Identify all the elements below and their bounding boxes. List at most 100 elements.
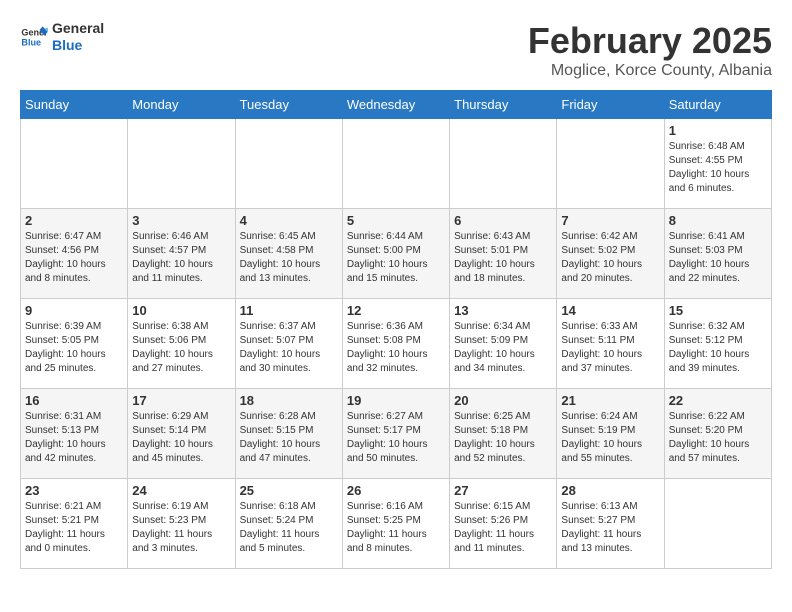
calendar-cell: 18 Sunrise: 6:28 AM Sunset: 5:15 PM Dayli…	[235, 389, 342, 479]
header: General Blue General Blue February 2025 …	[20, 20, 772, 80]
calendar-cell: 26Sunrise: 6:16 AM Sunset: 5:25 PM Dayli…	[342, 479, 449, 569]
calendar-cell	[21, 119, 128, 209]
day-number: 13	[454, 303, 552, 318]
day-info: Sunrise: 6:27 AM Sunset: 5:17 PM Dayligh…	[347, 410, 445, 466]
day-info: Sunrise: 6:41 AM Sunset: 5:03 PM Dayligh…	[669, 230, 767, 286]
day-number: 16	[25, 393, 123, 408]
day-number: 7	[561, 213, 659, 228]
calendar-cell: 24 Sunrise: 6:19 AM Sunset: 5:23 PM Dayli…	[128, 479, 235, 569]
calendar-cell: 20 Sunrise: 6:25 AM Sunset: 5:18 PM Dayli…	[450, 389, 557, 479]
calendar-cell: 17 Sunrise: 6:29 AM Sunset: 5:14 PM Dayli…	[128, 389, 235, 479]
calendar-table: SundayMondayTuesdayWednesdayThursdayFrid…	[20, 90, 772, 569]
day-number: 9	[25, 303, 123, 318]
weekday-header-row: SundayMondayTuesdayWednesdayThursdayFrid…	[21, 91, 772, 119]
calendar-cell: 28 Sunrise: 6:13 AM Sunset: 5:27 PM Dayli…	[557, 479, 664, 569]
title-area: February 2025 Moglice, Korce County, Alb…	[528, 20, 772, 80]
calendar-cell	[557, 119, 664, 209]
day-number: 8	[669, 213, 767, 228]
calendar-cell	[664, 479, 771, 569]
day-info: Sunrise: 6:21 AM Sunset: 5:21 PM Dayligh…	[25, 500, 123, 556]
day-number: 17	[132, 393, 230, 408]
calendar-cell: 9Sunrise: 6:39 AM Sunset: 5:05 PM Daylig…	[21, 299, 128, 389]
day-info: Sunrise: 6:37 AM Sunset: 5:07 PM Dayligh…	[240, 320, 338, 376]
calendar-cell	[128, 119, 235, 209]
day-info: Sunrise: 6:24 AM Sunset: 5:19 PM Dayligh…	[561, 410, 659, 466]
day-number: 3	[132, 213, 230, 228]
day-number: 24	[132, 483, 230, 498]
day-number: 28	[561, 483, 659, 498]
weekday-header-monday: Monday	[128, 91, 235, 119]
day-info: Sunrise: 6:18 AM Sunset: 5:24 PM Dayligh…	[240, 500, 338, 556]
calendar-cell: 4 Sunrise: 6:45 AM Sunset: 4:58 PM Daylig…	[235, 209, 342, 299]
calendar-cell: 7 Sunrise: 6:42 AM Sunset: 5:02 PM Daylig…	[557, 209, 664, 299]
day-number: 10	[132, 303, 230, 318]
day-info: Sunrise: 6:13 AM Sunset: 5:27 PM Dayligh…	[561, 500, 659, 556]
logo-blue: Blue	[52, 37, 104, 54]
calendar-cell: 16 Sunrise: 6:31 AM Sunset: 5:13 PM Dayli…	[21, 389, 128, 479]
day-info: Sunrise: 6:38 AM Sunset: 5:06 PM Dayligh…	[132, 320, 230, 376]
day-info: Sunrise: 6:22 AM Sunset: 5:20 PM Dayligh…	[669, 410, 767, 466]
calendar-cell: 8 Sunrise: 6:41 AM Sunset: 5:03 PM Daylig…	[664, 209, 771, 299]
weekday-header-sunday: Sunday	[21, 91, 128, 119]
day-number: 6	[454, 213, 552, 228]
calendar-cell	[450, 119, 557, 209]
day-info: Sunrise: 6:48 AM Sunset: 4:55 PM Dayligh…	[669, 140, 767, 196]
calendar-cell: 14 Sunrise: 6:33 AM Sunset: 5:11 PM Dayli…	[557, 299, 664, 389]
logo-general: General	[52, 20, 104, 37]
day-number: 5	[347, 213, 445, 228]
day-number: 27	[454, 483, 552, 498]
day-info: Sunrise: 6:31 AM Sunset: 5:13 PM Dayligh…	[25, 410, 123, 466]
calendar-cell: 19 Sunrise: 6:27 AM Sunset: 5:17 PM Dayli…	[342, 389, 449, 479]
weekday-header-friday: Friday	[557, 91, 664, 119]
day-info: Sunrise: 6:34 AM Sunset: 5:09 PM Dayligh…	[454, 320, 552, 376]
location-title: Moglice, Korce County, Albania	[528, 62, 772, 80]
calendar-cell: 27 Sunrise: 6:15 AM Sunset: 5:26 PM Dayli…	[450, 479, 557, 569]
calendar-cell: 25 Sunrise: 6:18 AM Sunset: 5:24 PM Dayli…	[235, 479, 342, 569]
calendar-cell: 21Sunrise: 6:24 AM Sunset: 5:19 PM Dayli…	[557, 389, 664, 479]
day-info: Sunrise: 6:45 AM Sunset: 4:58 PM Dayligh…	[240, 230, 338, 286]
calendar-cell: 3 Sunrise: 6:46 AM Sunset: 4:57 PM Daylig…	[128, 209, 235, 299]
calendar-cell: 23Sunrise: 6:21 AM Sunset: 5:21 PM Dayli…	[21, 479, 128, 569]
calendar-cell	[235, 119, 342, 209]
day-info: Sunrise: 6:47 AM Sunset: 4:56 PM Dayligh…	[25, 230, 123, 286]
day-number: 19	[347, 393, 445, 408]
day-info: Sunrise: 6:33 AM Sunset: 5:11 PM Dayligh…	[561, 320, 659, 376]
day-number: 15	[669, 303, 767, 318]
weekday-header-saturday: Saturday	[664, 91, 771, 119]
day-info: Sunrise: 6:43 AM Sunset: 5:01 PM Dayligh…	[454, 230, 552, 286]
calendar-cell: 5Sunrise: 6:44 AM Sunset: 5:00 PM Daylig…	[342, 209, 449, 299]
calendar-cell: 6 Sunrise: 6:43 AM Sunset: 5:01 PM Daylig…	[450, 209, 557, 299]
calendar-cell: 10 Sunrise: 6:38 AM Sunset: 5:06 PM Dayli…	[128, 299, 235, 389]
day-number: 25	[240, 483, 338, 498]
calendar-cell: 1 Sunrise: 6:48 AM Sunset: 4:55 PM Daylig…	[664, 119, 771, 209]
day-info: Sunrise: 6:28 AM Sunset: 5:15 PM Dayligh…	[240, 410, 338, 466]
day-info: Sunrise: 6:32 AM Sunset: 5:12 PM Dayligh…	[669, 320, 767, 376]
day-number: 1	[669, 123, 767, 138]
weekday-header-thursday: Thursday	[450, 91, 557, 119]
calendar-week-3: 16 Sunrise: 6:31 AM Sunset: 5:13 PM Dayli…	[21, 389, 772, 479]
day-number: 26	[347, 483, 445, 498]
day-info: Sunrise: 6:42 AM Sunset: 5:02 PM Dayligh…	[561, 230, 659, 286]
day-info: Sunrise: 6:36 AM Sunset: 5:08 PM Dayligh…	[347, 320, 445, 376]
weekday-header-wednesday: Wednesday	[342, 91, 449, 119]
day-info: Sunrise: 6:19 AM Sunset: 5:23 PM Dayligh…	[132, 500, 230, 556]
day-number: 14	[561, 303, 659, 318]
calendar-week-1: 2 Sunrise: 6:47 AM Sunset: 4:56 PM Daylig…	[21, 209, 772, 299]
day-info: Sunrise: 6:25 AM Sunset: 5:18 PM Dayligh…	[454, 410, 552, 466]
day-number: 4	[240, 213, 338, 228]
day-info: Sunrise: 6:46 AM Sunset: 4:57 PM Dayligh…	[132, 230, 230, 286]
day-number: 20	[454, 393, 552, 408]
calendar-cell: 2 Sunrise: 6:47 AM Sunset: 4:56 PM Daylig…	[21, 209, 128, 299]
calendar-week-4: 23Sunrise: 6:21 AM Sunset: 5:21 PM Dayli…	[21, 479, 772, 569]
calendar-cell: 11Sunrise: 6:37 AM Sunset: 5:07 PM Dayli…	[235, 299, 342, 389]
day-number: 2	[25, 213, 123, 228]
day-number: 18	[240, 393, 338, 408]
weekday-header-tuesday: Tuesday	[235, 91, 342, 119]
svg-text:Blue: Blue	[21, 37, 41, 47]
day-number: 12	[347, 303, 445, 318]
day-info: Sunrise: 6:15 AM Sunset: 5:26 PM Dayligh…	[454, 500, 552, 556]
logo: General Blue General Blue	[20, 20, 104, 54]
day-info: Sunrise: 6:29 AM Sunset: 5:14 PM Dayligh…	[132, 410, 230, 466]
day-number: 22	[669, 393, 767, 408]
calendar-cell: 12 Sunrise: 6:36 AM Sunset: 5:08 PM Dayli…	[342, 299, 449, 389]
